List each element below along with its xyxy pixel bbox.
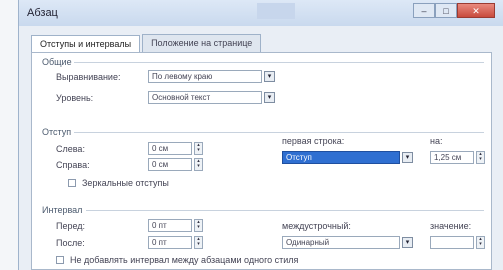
dialog-title: Абзац	[27, 7, 58, 19]
dont-add-space-checkbox[interactable]	[56, 256, 64, 264]
at-label: значение:	[430, 221, 472, 231]
first-line-label: первая строка:	[282, 136, 345, 146]
before-spinner[interactable]: ▴ ▾	[194, 219, 203, 232]
chevron-down-icon[interactable]: ▾	[264, 92, 275, 103]
close-button[interactable]: ✕	[457, 3, 495, 18]
tab-panel: Общие Выравнивание: По левому краю ▾ Уро…	[31, 52, 492, 270]
by-spinner[interactable]: ▴ ▾	[476, 151, 485, 164]
before-input[interactable]: 0 пт	[148, 219, 192, 232]
by-input[interactable]: 1,25 см	[430, 151, 474, 164]
tab-line-page-breaks[interactable]: Положение на странице	[142, 34, 262, 52]
before-label: Перед:	[56, 221, 86, 231]
indent-divider	[74, 132, 484, 133]
minimize-button[interactable]: –	[413, 3, 435, 18]
after-label: После:	[56, 238, 85, 248]
chevron-down-icon[interactable]: ▾	[264, 71, 275, 82]
title-bar-glare	[257, 3, 295, 19]
spin-down-icon[interactable]: ▾	[195, 242, 202, 247]
chevron-down-icon[interactable]: ▾	[402, 237, 413, 248]
spin-down-icon[interactable]: ▾	[195, 164, 202, 169]
tab-strip: Отступы и интервалы Положение на страниц…	[31, 34, 263, 53]
after-input[interactable]: 0 пт	[148, 236, 192, 249]
alignment-select[interactable]: По левому краю	[148, 70, 262, 83]
chevron-down-icon[interactable]: ▾	[402, 152, 413, 163]
spin-down-icon[interactable]: ▾	[195, 148, 202, 153]
dont-add-space-label: Не добавлять интервал между абзацами одн…	[70, 255, 299, 265]
spin-down-icon[interactable]: ▾	[195, 225, 202, 230]
general-heading: Общие	[42, 57, 72, 67]
paragraph-dialog: Абзац – □ ✕ Отступы и интервалы Положени…	[18, 0, 503, 270]
alignment-label: Выравнивание:	[56, 72, 121, 82]
level-label: Уровень:	[56, 93, 94, 103]
maximize-button[interactable]: □	[435, 3, 457, 18]
mirror-indents-label: Зеркальные отступы	[82, 178, 169, 188]
by-label: на:	[430, 136, 443, 146]
at-input[interactable]	[430, 236, 474, 249]
at-spinner[interactable]: ▴ ▾	[476, 236, 485, 249]
after-spinner[interactable]: ▴ ▾	[194, 236, 203, 249]
right-indent-spinner[interactable]: ▴ ▾	[194, 158, 203, 171]
spin-down-icon[interactable]: ▾	[477, 157, 484, 162]
right-indent-label: Справа:	[56, 160, 90, 170]
line-spacing-select[interactable]: Одинарный	[282, 236, 400, 249]
title-bar[interactable]: Абзац – □ ✕	[19, 0, 503, 26]
first-line-select[interactable]: Отступ	[282, 151, 400, 164]
left-indent-spinner[interactable]: ▴ ▾	[194, 142, 203, 155]
mirror-indents-checkbox[interactable]	[68, 179, 76, 187]
left-indent-label: Слева:	[56, 144, 85, 154]
line-spacing-label: междустрочный:	[282, 221, 351, 231]
general-divider	[74, 62, 484, 63]
left-indent-input[interactable]: 0 см	[148, 142, 192, 155]
right-indent-input[interactable]: 0 см	[148, 158, 192, 171]
level-select[interactable]: Основной текст	[148, 91, 262, 104]
spin-down-icon[interactable]: ▾	[477, 242, 484, 247]
tab-indents-spacing[interactable]: Отступы и интервалы	[31, 35, 141, 53]
spacing-heading: Интервал	[42, 205, 83, 215]
spacing-divider	[86, 210, 484, 211]
indent-heading: Отступ	[42, 127, 72, 137]
